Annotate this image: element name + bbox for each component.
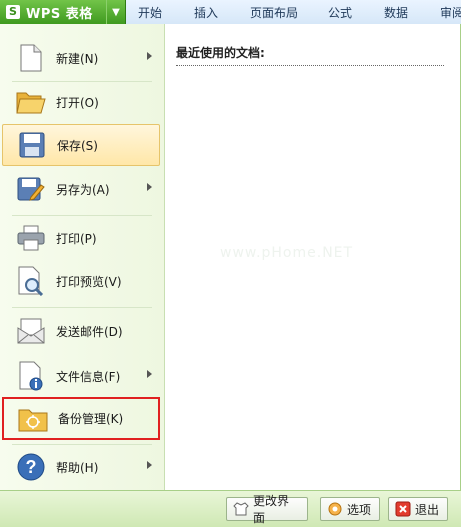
menu-item-label: 发送邮件(D) [56, 324, 123, 339]
divider [12, 444, 152, 445]
submenu-arrow-icon [147, 370, 152, 378]
mail-icon [16, 316, 46, 346]
submenu-arrow-icon [147, 461, 152, 469]
change-interface-label: 更改界面 [253, 494, 290, 525]
submenu-arrow-icon [147, 52, 152, 60]
tab-review[interactable]: 审阅 [440, 4, 461, 24]
tab-data[interactable]: 数据 [384, 4, 408, 24]
close-icon [395, 501, 411, 517]
save-disk-icon [17, 130, 47, 160]
bottom-bar: 更改界面 选项 退出 [0, 490, 461, 527]
menu-item-save[interactable]: 保存(S) [2, 124, 160, 166]
app-title: WPS 表格 [26, 6, 93, 22]
tab-page-layout[interactable]: 页面布局 [250, 4, 298, 24]
menu-item-label: 打印(P) [56, 231, 97, 246]
menu-item-label: 文件信息(F) [56, 369, 121, 384]
menu-item-print-preview[interactable]: 打印预览(V) [2, 260, 160, 302]
print-preview-icon [16, 266, 46, 296]
menu-item-save-as[interactable]: 另存为(A) [2, 168, 160, 210]
divider [12, 307, 152, 308]
wps-logo-icon: S [6, 5, 20, 19]
menu-item-file-info[interactable]: 文件信息(F) [2, 355, 160, 397]
shirt-icon [233, 501, 249, 517]
options-label: 选项 [347, 502, 372, 517]
gear-icon [327, 501, 343, 517]
watermark: www.pHome.NET [220, 245, 354, 261]
change-interface-button[interactable]: 更改界面 [226, 494, 308, 525]
tab-formulas[interactable]: 公式 [328, 4, 352, 24]
menu-item-help[interactable]: ? 帮助(H) [2, 446, 160, 488]
menu-item-send-mail[interactable]: 发送邮件(D) [2, 310, 160, 352]
wps-menu-button[interactable]: S WPS 表格 ▼ [0, 0, 126, 24]
menu-item-label: 保存(S) [57, 138, 98, 153]
printer-icon [16, 223, 46, 253]
menu-item-new[interactable]: 新建(N) [2, 37, 160, 79]
menu-item-label: 打开(O) [56, 95, 99, 110]
open-folder-icon [16, 87, 46, 117]
menu-item-label: 备份管理(K) [58, 412, 124, 426]
title-bar: S WPS 表格 ▼ 开始 插入 页面布局 公式 数据 审阅 [0, 0, 461, 25]
file-menu-list: 新建(N) 打开(O) 保存(S) 另存为(A) 打印(P) 打印预览(V) 发… [0, 24, 165, 490]
menu-item-open[interactable]: 打开(O) [2, 81, 160, 123]
menu-item-label: 新建(N) [56, 51, 99, 66]
divider [12, 215, 152, 216]
exit-label: 退出 [415, 502, 440, 517]
tab-insert[interactable]: 插入 [194, 4, 218, 24]
submenu-arrow-icon [147, 183, 152, 191]
exit-button[interactable]: 退出 [388, 497, 448, 521]
menu-item-backup-management[interactable]: 备份管理(K) [2, 397, 160, 440]
triangle-down-icon[interactable]: ▼ [106, 0, 125, 24]
tab-home[interactable]: 开始 [138, 4, 162, 24]
svg-text:?: ? [26, 457, 37, 477]
menu-item-label: 另存为(A) [56, 182, 110, 197]
menu-item-label: 打印预览(V) [56, 274, 122, 289]
options-button[interactable]: 选项 [320, 497, 380, 521]
menu-item-label: 帮助(H) [56, 460, 99, 475]
menu-item-print[interactable]: 打印(P) [2, 217, 160, 259]
recent-documents-title: 最近使用的文档: [176, 44, 444, 66]
file-info-icon [16, 361, 46, 391]
help-icon: ? [16, 452, 46, 482]
new-document-icon [16, 43, 46, 73]
backup-folder-icon [18, 404, 48, 434]
save-as-icon [16, 174, 46, 204]
